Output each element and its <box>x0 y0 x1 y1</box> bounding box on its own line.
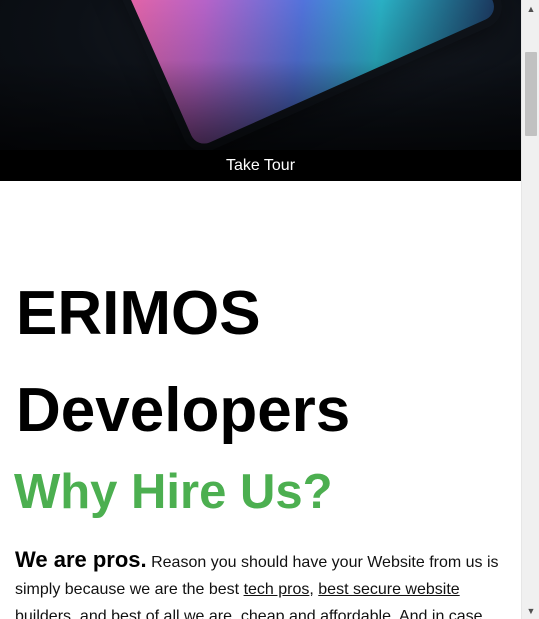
scrollbar-thumb[interactable] <box>525 52 537 136</box>
scroll-up-icon[interactable]: ▲ <box>522 0 539 17</box>
scroll-down-icon[interactable]: ▼ <box>522 602 539 619</box>
take-tour-bar: Take Tour <box>0 150 521 181</box>
intro-text-3: , and best of all we are, cheap and affo… <box>71 608 483 619</box>
intro-paragraph: We are pros. Reason you should have your… <box>15 546 505 619</box>
tech-pros-link[interactable]: tech pros <box>244 581 310 598</box>
take-tour-link[interactable]: Take Tour <box>226 157 295 175</box>
why-hire-us-heading: Why Hire Us? <box>14 465 333 519</box>
brand-title: ERIMOS Developers <box>16 279 351 445</box>
hero-image <box>0 0 521 150</box>
intro-text-2: , <box>309 581 319 598</box>
vertical-scrollbar[interactable]: ▲ ▼ <box>521 0 539 619</box>
intro-lead: We are pros. <box>15 547 147 572</box>
page-viewport: Take Tour ERIMOS Developers Why Hire Us?… <box>0 0 521 619</box>
